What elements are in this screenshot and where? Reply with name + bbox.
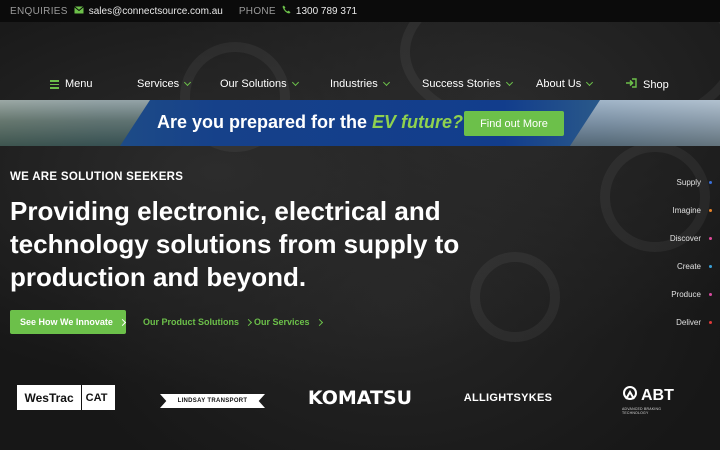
chevron-down-icon	[291, 78, 299, 87]
nav-item-shop[interactable]: Shop	[626, 78, 669, 91]
side-nav-produce[interactable]: Produce	[671, 290, 712, 299]
dot-icon	[709, 293, 712, 296]
banner-text-emphasis: EV future?	[372, 112, 464, 132]
side-nav-label: Deliver	[676, 318, 701, 327]
chevron-down-icon	[184, 78, 192, 87]
nav-item-services[interactable]: Services	[137, 78, 192, 90]
email-link[interactable]: sales@connectsource.com.au	[89, 6, 223, 17]
nav-label: Services	[137, 78, 180, 90]
side-nav-deliver[interactable]: Deliver	[676, 318, 712, 327]
nav-menu-button[interactable]: Menu	[50, 78, 93, 91]
nav-label: Industries	[330, 78, 378, 90]
ev-promo-banner: Are you prepared for the EV future?	[0, 100, 720, 146]
link-label: Our Services	[254, 317, 310, 327]
dot-icon	[709, 209, 712, 212]
login-arrow-icon	[626, 78, 637, 91]
nav-label: Shop	[643, 78, 669, 91]
chevron-down-icon	[505, 78, 513, 87]
hero-kicker: WE ARE SOLUTION SEEKERS	[10, 171, 184, 183]
westrac-wordmark: WesTrac	[24, 390, 74, 405]
dot-icon	[709, 321, 712, 324]
find-out-more-button[interactable]: Find out More	[464, 111, 564, 136]
phone-icon	[282, 5, 291, 17]
nav-label: About Us	[536, 78, 582, 90]
nav-item-success-stories[interactable]: Success Stories	[422, 78, 513, 90]
phone-link[interactable]: 1300 789 371	[296, 6, 357, 17]
banner-headline: Are you prepared for the EV future?	[157, 112, 463, 133]
top-contact-bar: ENQUIRIES sales@connectsource.com.au PHO…	[0, 0, 720, 22]
allightsykes-logo: ALLIGHTSYKES	[463, 391, 553, 404]
nav-item-our-solutions[interactable]: Our Solutions	[220, 78, 299, 90]
dot-icon	[709, 265, 712, 268]
chevron-down-icon	[382, 78, 390, 87]
banner-text-prefix: Are you prepared for the	[157, 112, 373, 132]
cat-wordmark: CAT	[80, 385, 107, 410]
nav-label: Menu	[65, 78, 93, 91]
chevron-right-icon	[244, 318, 253, 326]
side-nav-label: Discover	[669, 234, 701, 243]
button-label: See How We Innovate	[20, 317, 113, 327]
link-label: Our Product Solutions	[143, 317, 239, 327]
dot-icon	[709, 237, 712, 240]
chevron-right-icon	[118, 318, 126, 326]
side-nav-discover[interactable]: Discover	[670, 234, 712, 243]
lindsay-transport-logo: LINDSAY TRANSPORT	[160, 394, 265, 408]
hero-headline: Providing electronic, electrical and tec…	[10, 196, 460, 292]
decor-ring	[470, 252, 560, 342]
abt-wordmark: ABT	[641, 386, 674, 404]
westrac-cat-logo: WesTrac CAT	[17, 385, 115, 410]
banner-image-right	[570, 100, 720, 146]
dot-icon	[709, 181, 712, 184]
abt-emblem-icon	[622, 385, 638, 406]
side-nav-create[interactable]: Create	[677, 262, 712, 271]
nav-item-industries[interactable]: Industries	[330, 78, 390, 90]
abt-tagline: ADVANCED BRAKING TECHNOLOGY	[622, 407, 662, 415]
side-nav-label: Produce	[671, 290, 701, 299]
hamburger-icon	[50, 78, 59, 91]
side-nav-imagine[interactable]: Imagine	[673, 206, 712, 215]
nav-label: Our Solutions	[220, 78, 287, 90]
our-product-solutions-link[interactable]: Our Product Solutions	[143, 317, 253, 327]
abt-logo: ABT ADVANCED BRAKING TECHNOLOGY	[622, 385, 686, 415]
phone-label: PHONE	[238, 5, 276, 17]
side-nav-supply[interactable]: Supply	[677, 178, 712, 187]
komatsu-logo: KOMATSU	[307, 386, 413, 409]
nav-label: Success Stories	[422, 78, 501, 90]
side-nav-label: Create	[676, 262, 701, 271]
side-nav-label: Supply	[676, 178, 701, 187]
side-nav-label: Imagine	[672, 206, 701, 215]
banner-image-left	[0, 100, 150, 146]
our-services-link[interactable]: Our Services	[254, 317, 323, 327]
enquiries-label: ENQUIRIES	[10, 5, 68, 17]
chevron-right-icon	[315, 318, 323, 326]
chevron-down-icon	[586, 78, 594, 87]
main-nav: Menu Services Our Solutions Industries S…	[0, 78, 720, 94]
see-how-we-innovate-button[interactable]: See How We Innovate	[10, 310, 126, 334]
nav-item-about-us[interactable]: About Us	[536, 78, 594, 90]
mail-icon	[73, 5, 84, 17]
